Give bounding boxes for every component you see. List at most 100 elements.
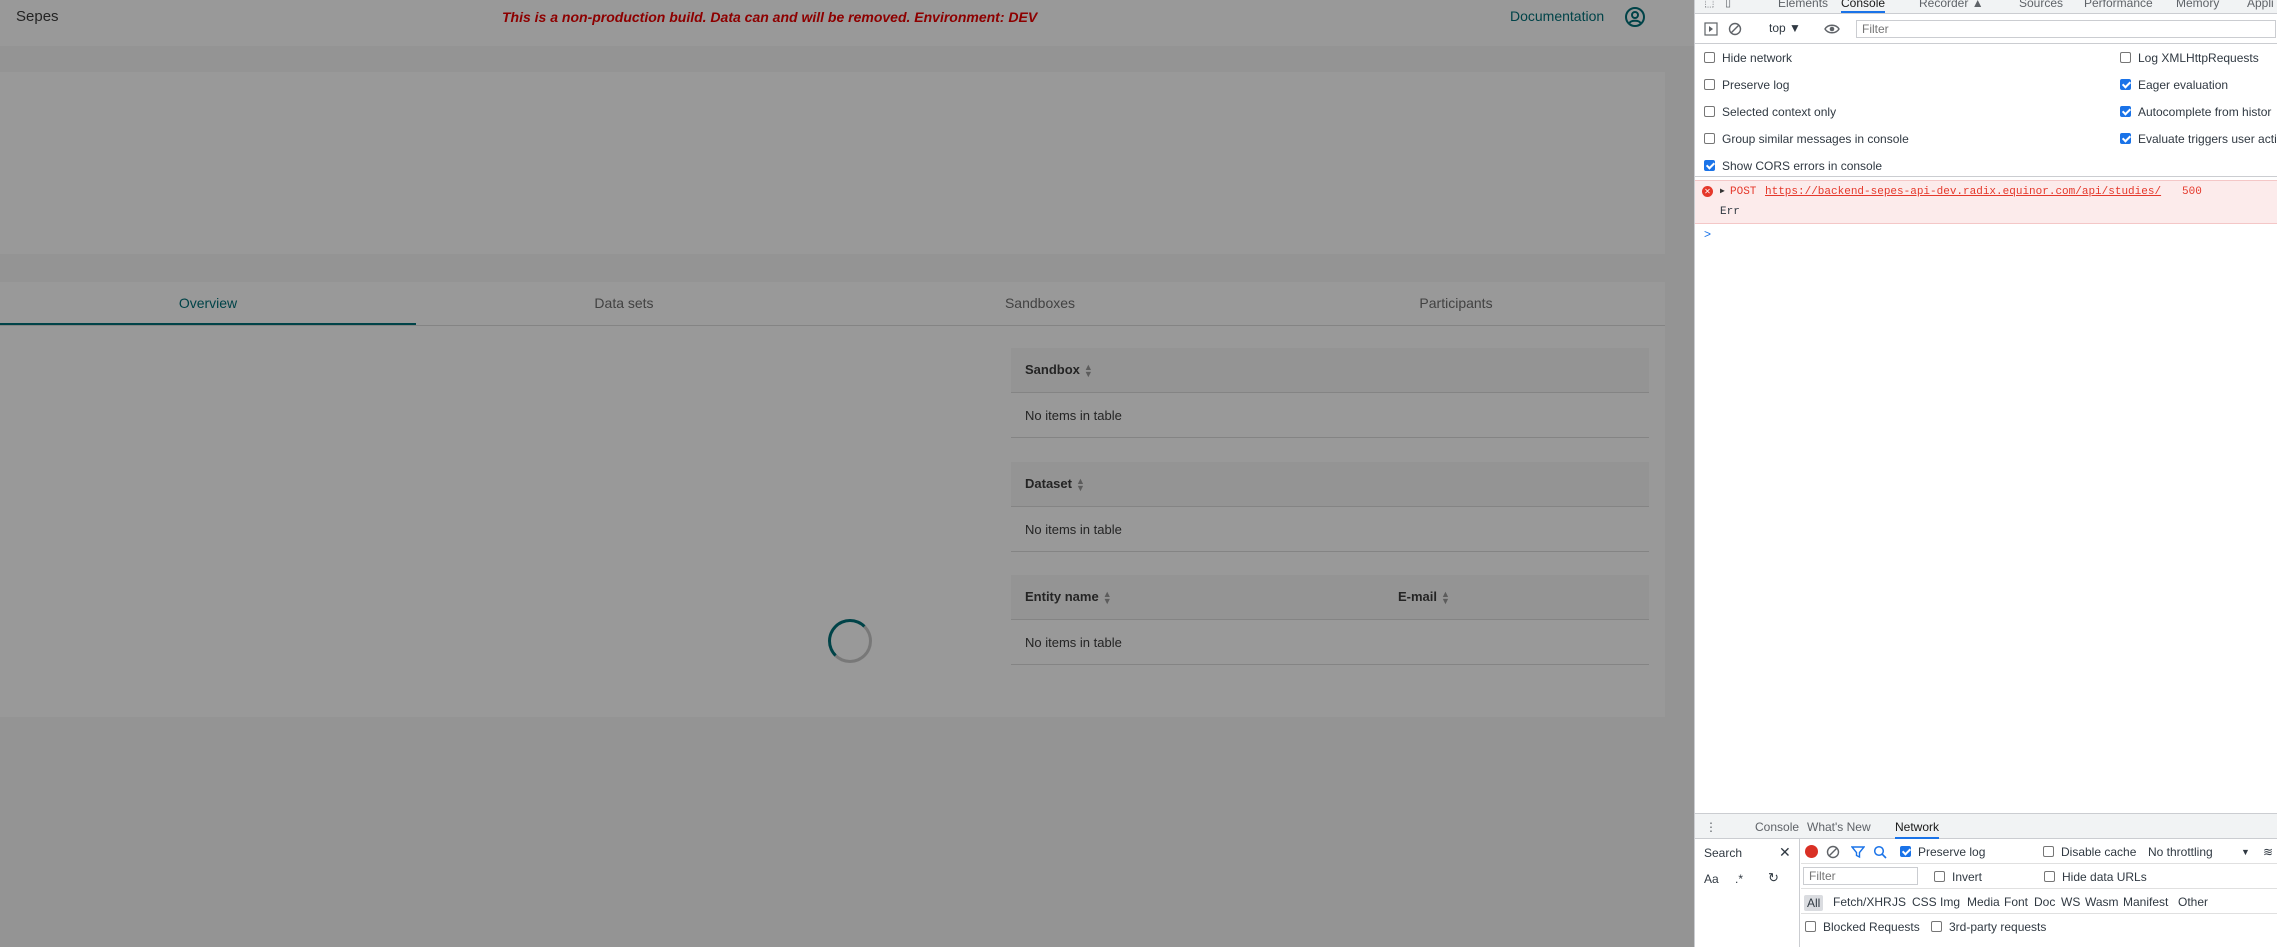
resource-type-row: All Fetch/XHR JS CSS Img Media Font Doc … (1801, 889, 2277, 914)
record-icon[interactable] (1805, 845, 1818, 861)
filter-funnel-icon[interactable] (1851, 845, 1865, 859)
error-url-link[interactable]: https://backend-sepes-api-dev.radix.equi… (1765, 186, 2161, 198)
devtools-drawer: ⋮ Console What's New Network Search ✕ Aa… (1695, 813, 2277, 947)
error-icon: ✕ (1702, 186, 1713, 197)
checkbox-box[interactable] (2120, 106, 2131, 117)
inspect-element-icon[interactable]: ⬚ (1704, 0, 1718, 10)
expand-triangle-icon[interactable]: ▶ (1720, 186, 1725, 196)
drawer-tab-bar: ⋮ Console What's New Network (1695, 814, 2277, 839)
live-expression-eye-icon[interactable] (1824, 22, 1840, 36)
checkbox-box[interactable] (1704, 79, 1715, 90)
checkbox-box[interactable] (2120, 52, 2131, 63)
checkbox-label: Preserve log (1722, 78, 1790, 92)
type-filter-img[interactable]: Img (1940, 895, 1960, 909)
type-filter-manifest[interactable]: Manifest (2123, 895, 2168, 909)
context-selector[interactable]: top ▼ (1769, 21, 1801, 35)
search-label[interactable]: Search (1704, 846, 1742, 860)
checkbox-label: Autocomplete from histor (2138, 105, 2272, 119)
evaluate-triggers-checkbox[interactable]: Evaluate triggers user acti (2120, 132, 2277, 146)
loading-overlay (0, 0, 1694, 947)
checkbox-box[interactable] (1704, 52, 1715, 63)
invert-checkbox[interactable]: Invert (1934, 870, 1982, 884)
checkbox-box[interactable] (1704, 106, 1715, 117)
error-status: 500 (2182, 186, 2202, 198)
checkbox-label: Invert (1952, 870, 1983, 884)
match-case-toggle[interactable]: Aa (1704, 872, 1719, 886)
checkbox-box[interactable] (2120, 79, 2131, 90)
group-similar-checkbox[interactable]: Group similar messages in console (1704, 132, 1909, 146)
hide-network-checkbox[interactable]: Hide network (1704, 51, 1792, 65)
checkbox-box[interactable] (2044, 871, 2055, 882)
devtools-tab-recorder[interactable]: Recorder ▲ (1919, 0, 1984, 10)
checkbox-label: Blocked Requests (1823, 920, 1920, 934)
type-filter-font[interactable]: Font (2004, 895, 2028, 909)
devtools-tab-sources[interactable]: Sources (2019, 0, 2063, 10)
network-panel: Preserve log Disable cache No throttling… (1801, 839, 2277, 947)
checkbox-box[interactable] (1805, 921, 1816, 932)
autocomplete-history-checkbox[interactable]: Autocomplete from histor (2120, 105, 2271, 119)
checkbox-label: Hide data URLs (2062, 870, 2147, 884)
blocked-requests-checkbox[interactable]: Blocked Requests (1805, 920, 1920, 934)
console-settings: Hide network Preserve log Selected conte… (1695, 44, 2277, 177)
devtools-tab-application[interactable]: Appli (2247, 0, 2274, 10)
type-filter-wasm[interactable]: Wasm (2085, 895, 2119, 909)
device-toolbar-icon[interactable]: ▯ (1725, 0, 1739, 10)
checkbox-label: Group similar messages in console (1722, 132, 1909, 146)
chevron-down-icon[interactable]: ▼ (2241, 847, 2250, 857)
type-filter-doc[interactable]: Doc (2034, 895, 2055, 909)
checkbox-box[interactable] (1704, 160, 1715, 171)
network-filter-input[interactable] (1803, 867, 1918, 885)
drawer-tab-console[interactable]: Console (1755, 820, 1799, 834)
devtools-tab-elements[interactable]: Elements (1778, 0, 1828, 10)
checkbox-box[interactable] (1934, 871, 1945, 882)
type-filter-other[interactable]: Other (2178, 895, 2208, 909)
checkbox-box[interactable] (1900, 846, 1911, 857)
drawer-menu-icon[interactable]: ⋮ (1705, 820, 1717, 834)
devtools-tab-memory[interactable]: Memory (2176, 0, 2219, 10)
checkbox-box[interactable] (1704, 133, 1715, 144)
checkbox-label: Log XMLHttpRequests (2138, 51, 2259, 65)
type-filter-js[interactable]: JS (1892, 895, 1906, 909)
close-search-icon[interactable]: ✕ (1779, 844, 1791, 861)
checkbox-box[interactable] (2043, 846, 2054, 857)
third-party-requests-checkbox[interactable]: 3rd-party requests (1931, 920, 2046, 934)
devtools-panel: ⬚ ▯ Elements Console Recorder ▲ Sources … (1694, 0, 2277, 947)
disable-cache-checkbox[interactable]: Disable cache (2043, 845, 2136, 859)
console-prompt[interactable]: > (1704, 227, 1711, 241)
devtools-tab-console[interactable]: Console (1841, 0, 1886, 13)
checkbox-box[interactable] (2120, 133, 2131, 144)
type-filter-css[interactable]: CSS (1912, 895, 1937, 909)
hide-data-urls-checkbox[interactable]: Hide data URLs (2044, 870, 2147, 884)
network-conditions-icon[interactable]: ≋ (2263, 845, 2273, 859)
checkbox-label: Selected context only (1722, 105, 1837, 119)
drawer-tab-whats-new[interactable]: What's New (1807, 820, 1871, 834)
eager-evaluation-checkbox[interactable]: Eager evaluation (2120, 78, 2228, 92)
type-filter-ws[interactable]: WS (2061, 895, 2080, 909)
log-xmlhttprequests-checkbox[interactable]: Log XMLHttpRequests (2120, 51, 2259, 65)
clear-network-icon[interactable] (1826, 845, 1840, 859)
type-filter-all[interactable]: All (1804, 895, 1824, 911)
checkbox-label: Eager evaluation (2138, 78, 2229, 92)
regex-toggle[interactable]: .* (1735, 872, 1743, 886)
selected-context-only-checkbox[interactable]: Selected context only (1704, 105, 1836, 119)
type-filter-media[interactable]: Media (1967, 895, 2000, 909)
network-search-pane: Search ✕ Aa .* ↻ (1695, 839, 1800, 947)
refresh-search-icon[interactable]: ↻ (1768, 870, 1779, 886)
clear-console-icon[interactable] (1728, 22, 1742, 36)
search-icon[interactable] (1873, 845, 1887, 859)
checkbox-label: Show CORS errors in console (1722, 159, 1883, 173)
error-text: Err (1720, 206, 1740, 218)
show-cors-errors-checkbox[interactable]: Show CORS errors in console (1704, 159, 1882, 173)
drawer-tab-network[interactable]: Network (1895, 820, 1940, 839)
console-filter-input[interactable] (1856, 20, 2276, 38)
devtools-tab-bar: ⬚ ▯ Elements Console Recorder ▲ Sources … (1695, 0, 2277, 14)
checkbox-box[interactable] (1931, 921, 1942, 932)
sidebar-toggle-icon[interactable] (1704, 22, 1718, 36)
devtools-tab-performance[interactable]: Performance (2084, 0, 2153, 10)
throttling-select[interactable]: No throttling (2148, 845, 2213, 859)
checkbox-label: Preserve log (1918, 845, 1986, 859)
preserve-log-checkbox[interactable]: Preserve log (1704, 78, 1789, 92)
app-viewport: Sepes This is a non-production build. Da… (0, 0, 1694, 947)
type-filter-fetch-xhr[interactable]: Fetch/XHR (1833, 895, 1892, 909)
network-preserve-log-checkbox[interactable]: Preserve log (1900, 845, 1985, 859)
